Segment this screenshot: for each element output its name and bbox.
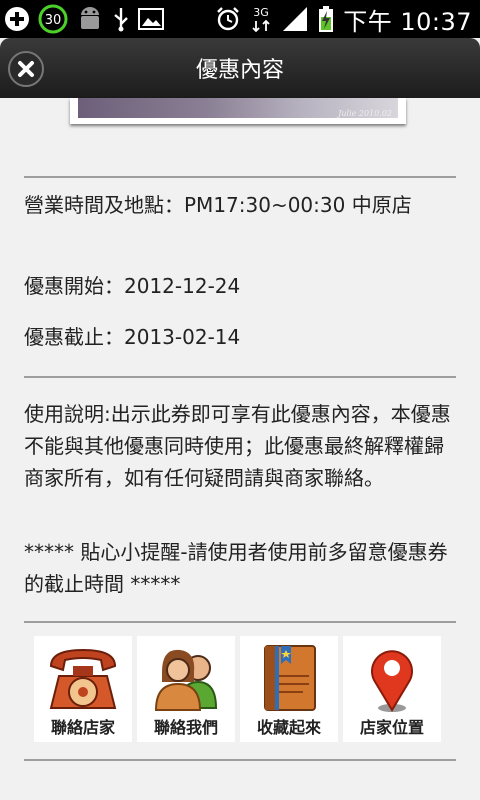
- contact-store-label: 聯絡店家: [50, 718, 115, 737]
- store-location-label: 店家位置: [359, 718, 424, 737]
- store-location-button[interactable]: 店家位置: [343, 636, 441, 742]
- clock: 下午 10:37: [343, 7, 472, 36]
- page-title: 優惠內容: [195, 58, 284, 83]
- people-icon: [137, 642, 235, 714]
- map-pin-icon: [343, 642, 441, 714]
- divider: [24, 621, 456, 623]
- contact-us-button[interactable]: 聯絡我們: [137, 636, 235, 742]
- android-icon: [76, 6, 104, 32]
- notification-count: 30: [45, 13, 62, 28]
- title-bar: 優惠內容: [0, 38, 480, 98]
- status-bar: 30 3G 下午 10:37: [0, 0, 480, 38]
- end-date-text: 優惠截止：2013-02-14: [24, 325, 241, 349]
- usb-icon: [112, 6, 130, 32]
- bookmark-book-icon: [240, 642, 338, 714]
- network-3g-icon: 3G: [249, 6, 273, 33]
- network-type: 3G: [253, 6, 269, 19]
- add-icon: [4, 6, 30, 32]
- alarm-icon: [215, 6, 241, 32]
- contact-us-label: 聯絡我們: [153, 718, 218, 737]
- status-left-icons: 30: [4, 4, 164, 34]
- battery-charging-icon: [317, 6, 335, 32]
- divider: [24, 759, 456, 761]
- telephone-icon: [34, 642, 132, 714]
- bookmark-label: 收藏起來: [256, 718, 321, 737]
- divider: [24, 376, 456, 378]
- divider: [24, 176, 456, 178]
- coupon-photo: Julie 2010.02: [70, 98, 406, 124]
- hours-location-text: 營業時間及地點：PM17:30~00:30 中原店: [24, 193, 412, 217]
- bookmark-button[interactable]: 收藏起來: [240, 636, 338, 742]
- photo-signature: Julie 2010.02: [338, 109, 392, 118]
- signal-icon: [281, 6, 309, 32]
- action-buttons: 聯絡店家 聯絡我們 收藏起來 店家位置: [34, 636, 446, 742]
- notification-count-icon: 30: [38, 4, 68, 34]
- start-date-text: 優惠開始：2012-12-24: [24, 274, 241, 298]
- status-right-icons: 3G 下午 10:37: [215, 4, 472, 36]
- reminder-text: ***** 貼心小提醒-請使用者使用前多留意優惠券的截止時間 *****: [24, 540, 448, 596]
- image-icon: [138, 6, 164, 32]
- contact-store-button[interactable]: 聯絡店家: [34, 636, 132, 742]
- instructions-text: 使用說明:出示此券即可享有此優惠內容，本優惠不能與其他優惠同時使用；此優惠最終解…: [24, 402, 451, 490]
